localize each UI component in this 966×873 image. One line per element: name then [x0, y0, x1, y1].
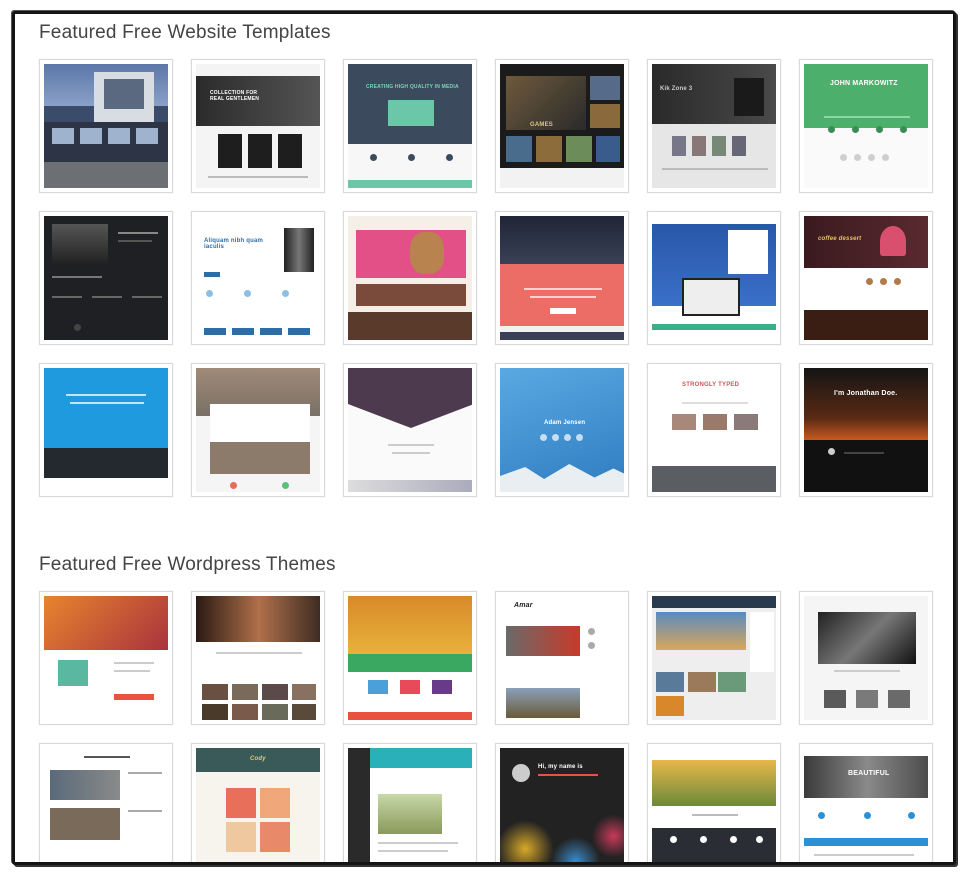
theme-amar-blog-thumbnail: Amar — [500, 596, 624, 720]
template-card[interactable]: Kik Zone 3 — [647, 59, 781, 193]
template-business-team-thumbnail — [44, 216, 168, 340]
theme-card[interactable] — [647, 591, 781, 725]
template-card[interactable]: coffee dessert — [799, 211, 933, 345]
template-city-laptop-thumbnail — [196, 368, 320, 492]
templates-grid: COLLECTION FOR REAL GENTLEMEN CREATING H… — [39, 59, 939, 499]
templates-section-title: Featured Free Website Templates — [39, 22, 331, 43]
template-card[interactable] — [343, 363, 477, 497]
template-card[interactable] — [495, 211, 629, 345]
theme-card[interactable]: BEAUTIFUL — [799, 743, 933, 862]
template-card[interactable]: STRONGLY TYPED — [647, 363, 781, 497]
template-hosting-thumbnail: Aliquam nibh quam iaculis — [196, 216, 320, 340]
theme-card[interactable]: Amar — [495, 591, 629, 725]
theme-landscape-thumbnail — [652, 748, 776, 862]
template-card[interactable]: Aliquam nibh quam iaculis — [191, 211, 325, 345]
theme-card[interactable]: Hi, my name is — [495, 743, 629, 862]
theme-card[interactable] — [343, 743, 477, 862]
template-blue-landing-thumbnail — [652, 216, 776, 340]
template-card[interactable] — [343, 211, 477, 345]
wordpress-grid: Amar Cody Hi, my name is BEAUTIFUL — [39, 591, 939, 862]
content-frame: Featured Free Website Templates COLLECTI… — [12, 11, 956, 865]
template-jonathan-doe-thumbnail: I'm Jonathan Doe. — [804, 368, 928, 492]
template-game-store-thumbnail: Kik Zone 3 — [652, 64, 776, 188]
template-real-gentlemen-thumbnail: COLLECTION FOR REAL GENTLEMEN — [196, 64, 320, 188]
template-blue-business-thumbnail — [44, 368, 168, 492]
template-card[interactable]: CREATING HIGH QUALITY IN MEDIA — [343, 59, 477, 193]
template-games-thumbnail: GAMES — [500, 64, 624, 188]
theme-card[interactable] — [799, 591, 933, 725]
wordpress-section-title: Featured Free Wordpress Themes — [39, 554, 336, 575]
template-coral-landing-thumbnail — [500, 216, 624, 340]
template-card[interactable]: GAMES — [495, 59, 629, 193]
theme-teal-sidebar-thumbnail — [348, 748, 472, 862]
template-kids-toys-thumbnail — [348, 216, 472, 340]
template-card[interactable]: I'm Jonathan Doe. — [799, 363, 933, 497]
theme-orange-blog-thumbnail — [44, 596, 168, 720]
theme-card[interactable] — [39, 591, 173, 725]
template-card[interactable] — [39, 211, 173, 345]
template-creating-media-thumbnail: CREATING HIGH QUALITY IN MEDIA — [348, 64, 472, 188]
template-card[interactable] — [39, 363, 173, 497]
template-adam-jensen-thumbnail: Adam Jensen — [500, 368, 624, 492]
template-john-markowitz-thumbnail: JOHN MARKOWITZ — [804, 64, 928, 188]
theme-minimal-portfolio-thumbnail — [804, 596, 928, 720]
template-architecture-thumbnail — [44, 64, 168, 188]
template-cupcake-thumbnail: coffee dessert — [804, 216, 928, 340]
theme-coral-portfolio-thumbnail: Cody — [196, 748, 320, 862]
theme-interior-thumbnail: BEAUTIFUL — [804, 748, 928, 862]
theme-card[interactable] — [39, 743, 173, 862]
template-card[interactable]: JOHN MARKOWITZ — [799, 59, 933, 193]
theme-card[interactable] — [343, 591, 477, 725]
theme-paper-news-thumbnail — [44, 748, 168, 862]
theme-card[interactable] — [191, 591, 325, 725]
theme-card[interactable] — [647, 743, 781, 862]
theme-tiger-colorful-thumbnail — [348, 596, 472, 720]
template-card[interactable]: COLLECTION FOR REAL GENTLEMEN — [191, 59, 325, 193]
template-card[interactable] — [39, 59, 173, 193]
template-card[interactable] — [191, 363, 325, 497]
template-card[interactable] — [647, 211, 781, 345]
theme-bokeh-personal-thumbnail: Hi, my name is — [500, 748, 624, 862]
theme-card[interactable]: Cody — [191, 743, 325, 862]
template-strongly-typed-thumbnail: STRONGLY TYPED — [652, 368, 776, 492]
template-purple-chevron-thumbnail — [348, 368, 472, 492]
template-card[interactable]: Adam Jensen — [495, 363, 629, 497]
theme-travel-blog-thumbnail — [652, 596, 776, 720]
theme-fashion-magazine-thumbnail — [196, 596, 320, 720]
